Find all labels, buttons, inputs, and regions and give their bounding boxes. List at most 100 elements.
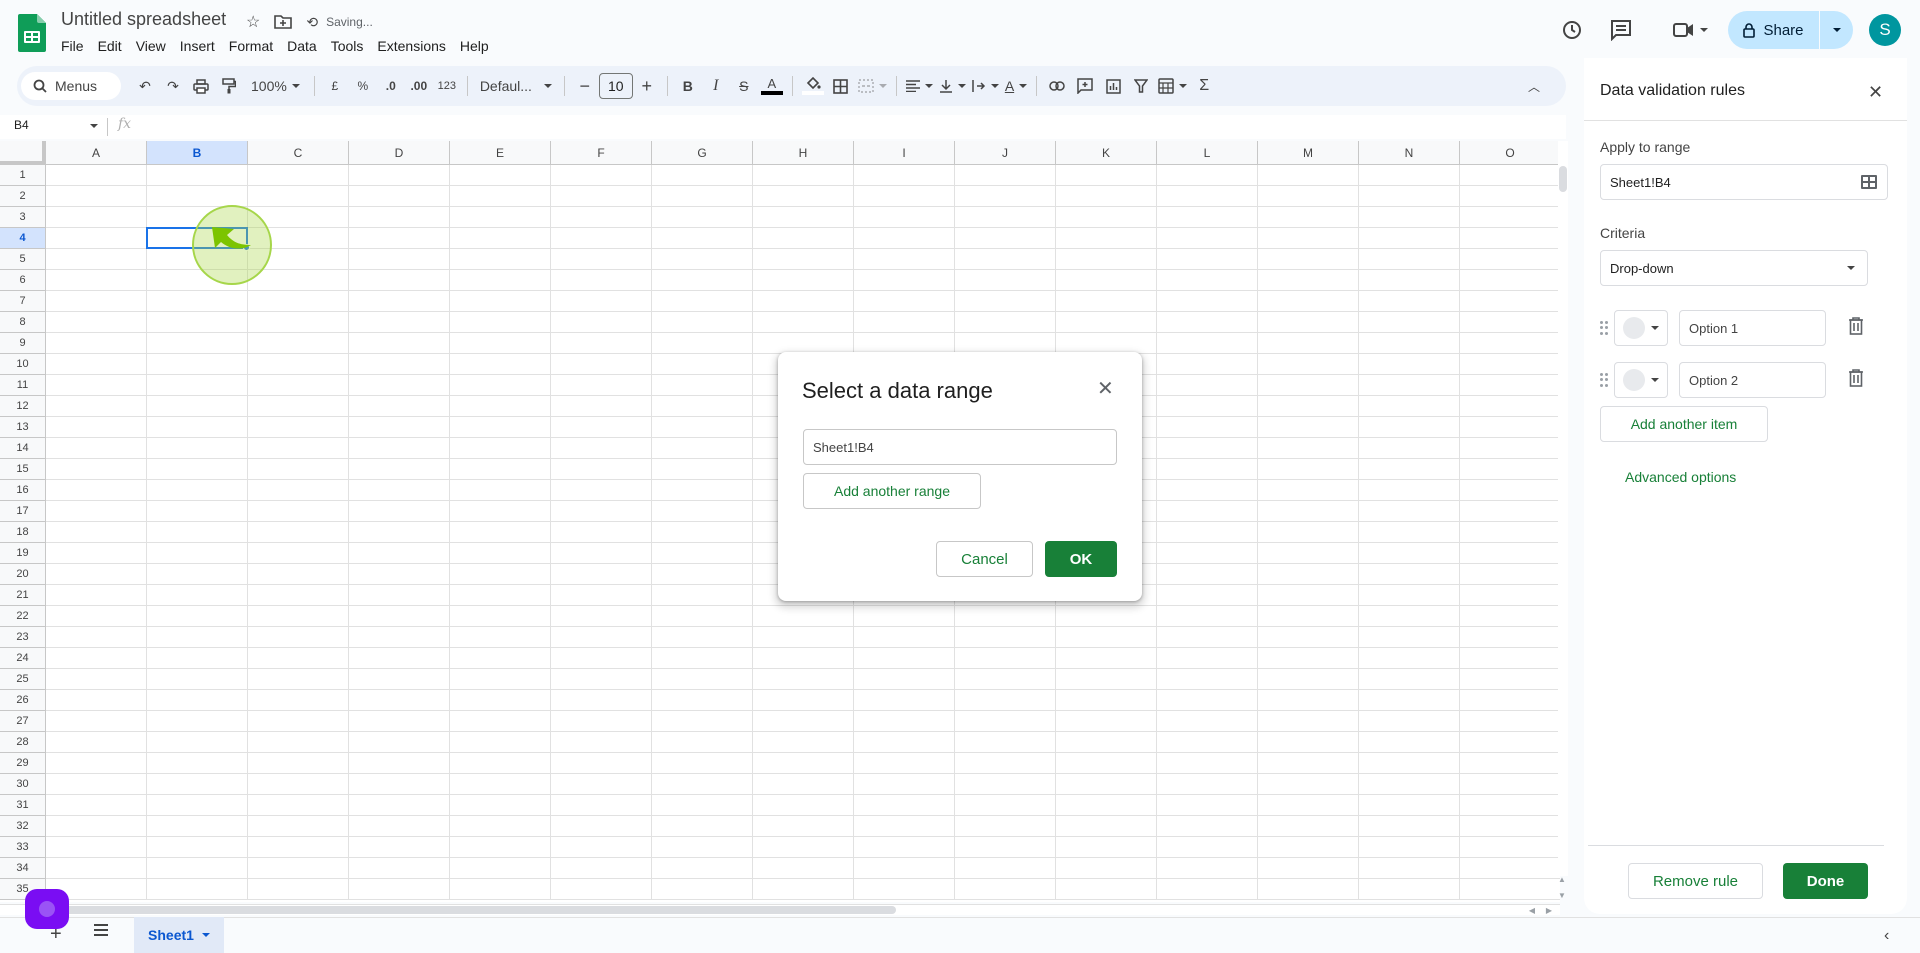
row-header-15[interactable]: 15 (0, 459, 46, 480)
more-formats-button[interactable]: 123 (433, 72, 461, 100)
print-icon[interactable] (187, 72, 215, 100)
range-input[interactable]: Sheet1!B4 (803, 429, 1117, 465)
select-range-icon[interactable] (1861, 175, 1877, 189)
row-header-19[interactable]: 19 (0, 543, 46, 564)
all-sheets-icon[interactable] (92, 923, 110, 942)
done-button[interactable]: Done (1783, 863, 1868, 899)
row-header-4[interactable]: 4 (0, 228, 46, 249)
vertical-align-icon[interactable] (936, 72, 969, 100)
insert-comment-icon[interactable] (1071, 72, 1099, 100)
name-box-dropdown-icon[interactable] (90, 124, 98, 128)
bold-button[interactable]: B (674, 72, 702, 100)
menu-insert[interactable]: Insert (173, 36, 222, 56)
comments-icon[interactable] (1601, 10, 1641, 50)
column-header-f[interactable]: F (551, 141, 652, 165)
share-dropdown-button[interactable] (1820, 28, 1853, 32)
row-header-6[interactable]: 6 (0, 270, 46, 291)
row-header-11[interactable]: 11 (0, 375, 46, 396)
menu-tools[interactable]: Tools (324, 36, 371, 56)
strikethrough-button[interactable]: S (730, 72, 758, 100)
column-header-j[interactable]: J (955, 141, 1056, 165)
row-header-26[interactable]: 26 (0, 690, 46, 711)
row-header-1[interactable]: 1 (0, 165, 46, 186)
font-size-input[interactable]: 10 (598, 73, 633, 99)
vertical-scrollbar[interactable] (1558, 141, 1568, 876)
column-header-e[interactable]: E (450, 141, 551, 165)
scroll-left-arrow-icon[interactable]: ◀ (1525, 903, 1539, 917)
row-header-28[interactable]: 28 (0, 732, 46, 753)
text-color-button[interactable]: A (758, 72, 786, 100)
row-header-5[interactable]: 5 (0, 249, 46, 270)
merge-cells-icon[interactable] (855, 72, 890, 100)
row-header-16[interactable]: 16 (0, 480, 46, 501)
paint-format-icon[interactable] (215, 72, 243, 100)
row-header-27[interactable]: 27 (0, 711, 46, 732)
document-title[interactable]: Untitled spreadsheet (61, 9, 226, 30)
column-header-i[interactable]: I (854, 141, 955, 165)
row-header-7[interactable]: 7 (0, 291, 46, 312)
remove-rule-button[interactable]: Remove rule (1628, 863, 1763, 899)
drag-handle-icon[interactable] (1600, 373, 1608, 387)
row-header-12[interactable]: 12 (0, 396, 46, 417)
insert-chart-icon[interactable] (1099, 72, 1127, 100)
row-header-13[interactable]: 13 (0, 417, 46, 438)
insert-link-icon[interactable] (1043, 72, 1071, 100)
search-menus-button[interactable]: Menus (21, 72, 121, 100)
row-header-9[interactable]: 9 (0, 333, 46, 354)
row-header-31[interactable]: 31 (0, 795, 46, 816)
star-icon[interactable]: ☆ (246, 12, 260, 32)
sheet-tab-sheet1[interactable]: Sheet1 (134, 917, 224, 953)
column-header-k[interactable]: K (1056, 141, 1157, 165)
row-header-8[interactable]: 8 (0, 312, 46, 333)
undo-icon[interactable]: ↶ (131, 72, 159, 100)
font-family-select[interactable]: Defaul... (474, 72, 558, 100)
decrease-font-size-icon[interactable]: − (571, 72, 599, 100)
row-header-18[interactable]: 18 (0, 522, 46, 543)
row-header-2[interactable]: 2 (0, 186, 46, 207)
scroll-down-arrow-icon[interactable]: ▼ (1555, 888, 1569, 902)
column-header-h[interactable]: H (753, 141, 854, 165)
menu-view[interactable]: View (129, 36, 173, 56)
menu-help[interactable]: Help (453, 36, 496, 56)
filter-icon[interactable] (1127, 72, 1155, 100)
row-header-33[interactable]: 33 (0, 837, 46, 858)
row-header-3[interactable]: 3 (0, 207, 46, 228)
cancel-button[interactable]: Cancel (936, 541, 1033, 577)
column-header-a[interactable]: A (46, 141, 147, 165)
row-header-20[interactable]: 20 (0, 564, 46, 585)
row-header-10[interactable]: 10 (0, 354, 46, 375)
ok-button[interactable]: OK (1045, 541, 1117, 577)
zoom-select[interactable]: 100% (243, 72, 308, 100)
increase-font-size-icon[interactable]: + (633, 72, 661, 100)
select-all-corner[interactable] (0, 141, 46, 165)
redo-icon[interactable]: ↷ (159, 72, 187, 100)
row-header-17[interactable]: 17 (0, 501, 46, 522)
column-header-o[interactable]: O (1460, 141, 1560, 165)
column-header-l[interactable]: L (1157, 141, 1258, 165)
scroll-right-arrow-icon[interactable]: ▶ (1542, 903, 1556, 917)
add-another-item-button[interactable]: Add another item (1600, 406, 1768, 442)
menu-edit[interactable]: Edit (91, 36, 129, 56)
row-header-22[interactable]: 22 (0, 606, 46, 627)
column-header-d[interactable]: D (349, 141, 450, 165)
column-header-c[interactable]: C (248, 141, 349, 165)
row-header-25[interactable]: 25 (0, 669, 46, 690)
delete-option-icon[interactable] (1848, 316, 1864, 340)
menu-format[interactable]: Format (222, 36, 280, 56)
panel-close-icon[interactable]: ✕ (1868, 82, 1883, 103)
functions-button[interactable]: Σ (1190, 72, 1218, 100)
horizontal-align-icon[interactable] (903, 72, 936, 100)
column-header-b[interactable]: B (147, 141, 248, 165)
name-box[interactable]: B4 (14, 118, 29, 132)
column-header-g[interactable]: G (652, 141, 753, 165)
option-input[interactable]: Option 1 (1679, 310, 1826, 346)
collapse-toolbar-icon[interactable]: ︿ (1520, 72, 1548, 100)
menu-data[interactable]: Data (280, 36, 324, 56)
row-header-30[interactable]: 30 (0, 774, 46, 795)
account-avatar[interactable]: S (1869, 14, 1901, 46)
drag-handle-icon[interactable] (1600, 321, 1608, 335)
row-header-23[interactable]: 23 (0, 627, 46, 648)
move-folder-icon[interactable] (274, 15, 293, 29)
fill-color-button[interactable] (799, 72, 827, 100)
filter-views-icon[interactable] (1155, 72, 1190, 100)
